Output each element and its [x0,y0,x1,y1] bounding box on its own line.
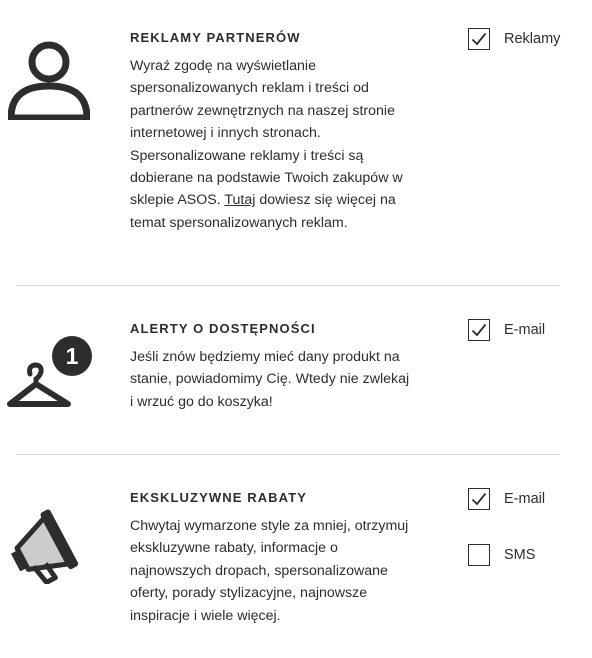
megaphone-icon [4,498,96,589]
person-icon [7,40,91,125]
discounts-sms-option[interactable]: SMS [468,543,535,567]
discounts-sms-label: SMS [504,547,536,563]
section-divider [16,454,560,455]
ads-option-label: Reklamy [504,31,561,47]
discounts-email-option[interactable]: E-mail [468,487,545,511]
notification-badge-count: 1 [66,343,79,369]
discounts-sms-checkbox[interactable] [468,544,490,566]
section-description: Chwytaj wymarzone style za mniej, otrzym… [130,518,409,624]
learn-more-link[interactable]: Tutaj [224,192,255,208]
section-title: EKSKLUZYWNE RABATY [130,490,307,505]
stock-alert-email-checkbox[interactable] [468,319,490,341]
stock-alert-email-label: E-mail [504,322,546,338]
section-title: ALERTY O DOSTĘPNOŚCI [130,321,316,336]
section-divider [16,285,560,286]
checkmark-icon [471,32,487,46]
discounts-email-label: E-mail [504,491,546,507]
checkmark-icon [471,492,487,506]
discounts-email-checkbox[interactable] [468,488,490,510]
section-description: Jeśli znów będziemy mieć dany produkt na… [130,349,410,410]
description-text: Wyraź zgodę na wyświetlanie spersonalizo… [130,58,403,209]
section-description: Wyraź zgodę na wyświetlanie spersonalizo… [130,55,415,234]
hanger-notification-icon: 1 [6,334,94,417]
ads-option[interactable]: Reklamy [468,27,560,51]
ads-checkbox[interactable] [468,28,490,50]
stock-alert-email-option[interactable]: E-mail [468,318,545,342]
checkmark-icon [471,323,487,337]
section-title: REKLAMY PARTNERÓW [130,30,301,45]
